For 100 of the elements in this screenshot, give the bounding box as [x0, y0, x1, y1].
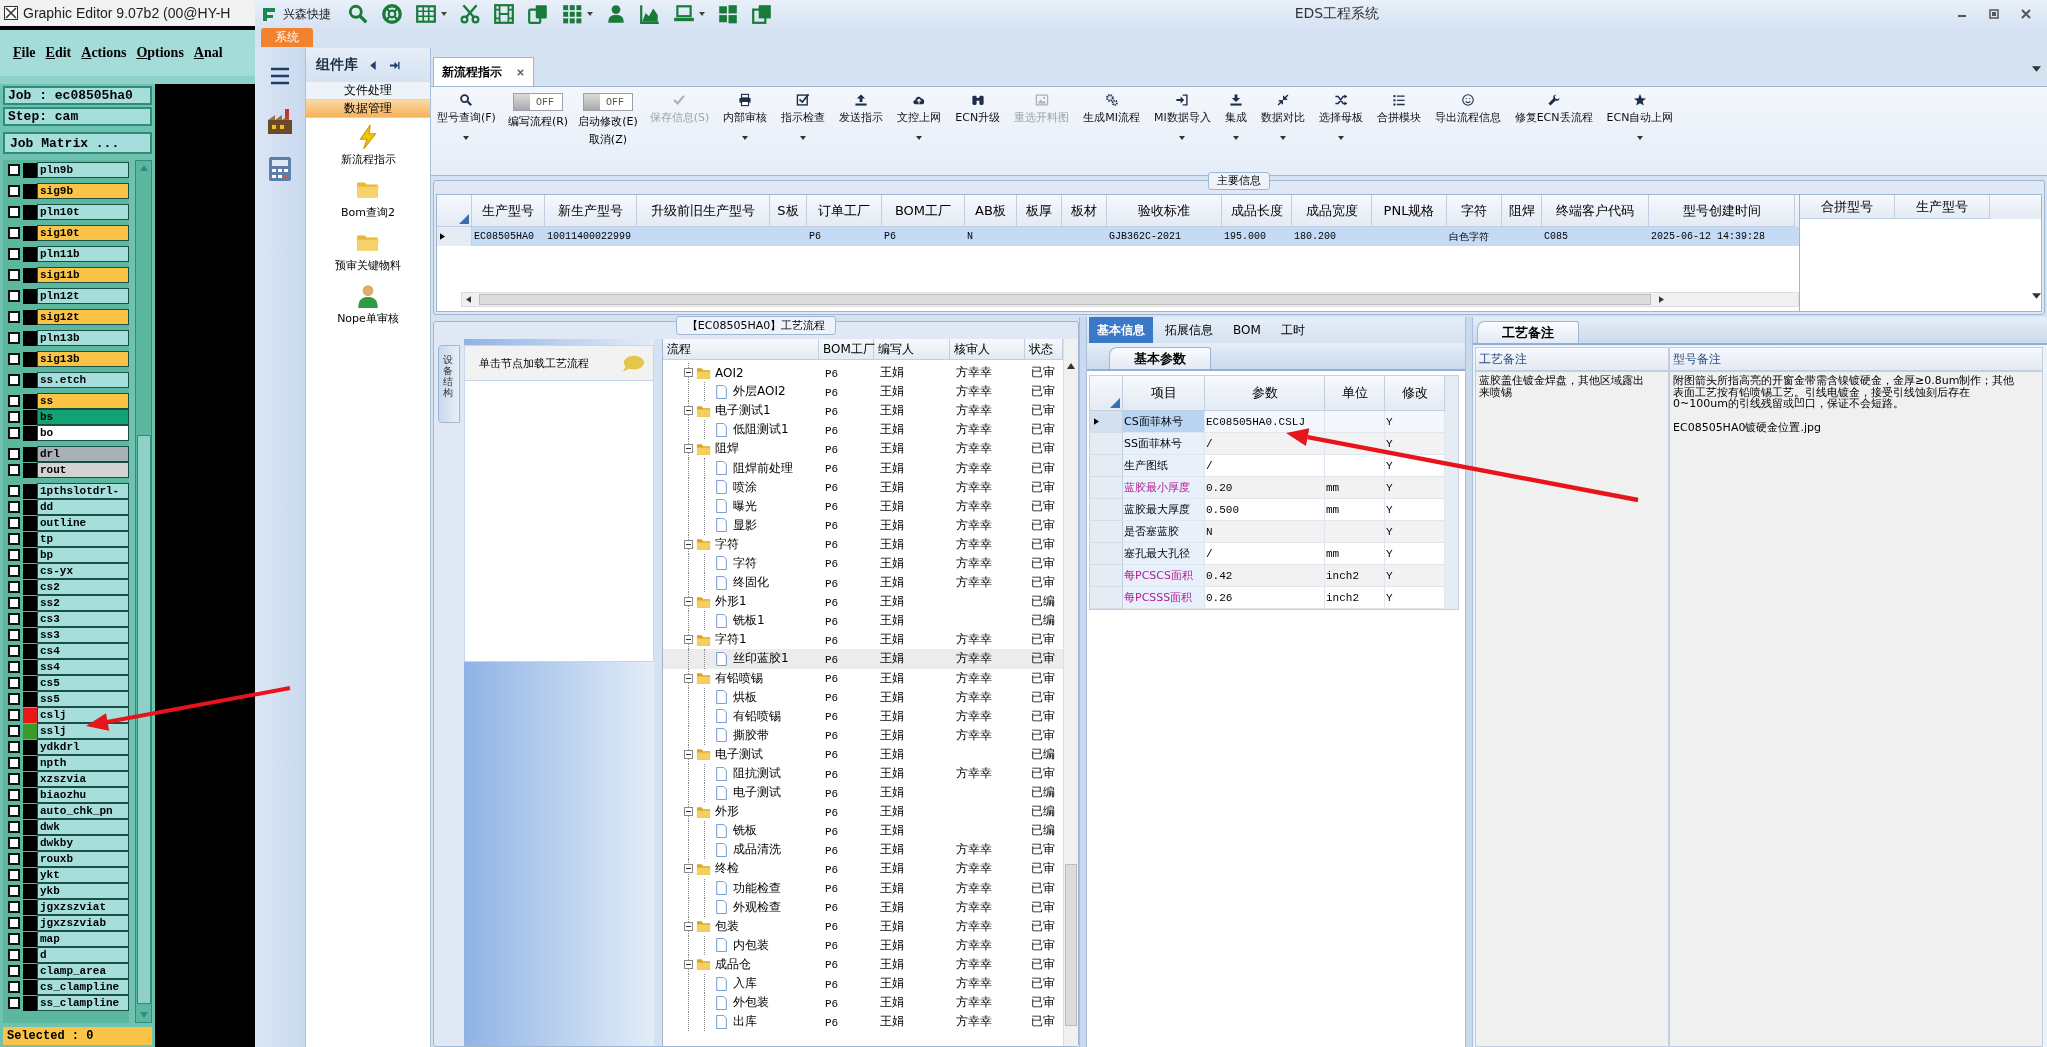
collapse-icon[interactable]: [684, 807, 693, 817]
layer-name[interactable]: clamp_area: [37, 963, 129, 979]
layer-checkbox[interactable]: [8, 581, 20, 593]
layer-name[interactable]: ss2: [37, 595, 129, 611]
layer-checkbox[interactable]: [8, 725, 20, 737]
layer-name[interactable]: cs4: [37, 643, 129, 659]
tab[interactable]: 基本参数: [1109, 347, 1211, 369]
tree-row[interactable]: 喷涂 P6 王娟 方幸幸 已审: [663, 477, 1063, 497]
toggle-switch[interactable]: OFF: [582, 93, 633, 111]
tree-row[interactable]: 有铅喷锡 P6 王娟 方幸幸 已审: [663, 668, 1063, 688]
tree-row[interactable]: 外层AOI2 P6 王娟 方幸幸 已审: [663, 382, 1063, 402]
tree-row[interactable]: 内包装 P6 王娟 方幸幸 已审: [663, 935, 1063, 955]
layer-checkbox[interactable]: [8, 757, 20, 769]
person-icon[interactable]: [605, 3, 627, 25]
layer-checkbox[interactable]: [8, 629, 20, 641]
chart-icon[interactable]: [639, 3, 661, 25]
tree-node-label[interactable]: 显影: [733, 516, 757, 534]
layer-name[interactable]: ykb: [37, 883, 129, 899]
tree-row[interactable]: 阻焊前处理 P6 王娟 方幸幸 已审: [663, 458, 1063, 478]
layer-checkbox[interactable]: [8, 395, 20, 407]
maximize-icon[interactable]: [1987, 7, 2001, 21]
layer-name[interactable]: rout: [37, 462, 129, 478]
toggle-switch[interactable]: OFF: [513, 93, 564, 111]
table-row[interactable]: EC08505HA0 10011400022999 P6 P6 N GJB362C-2021 195.000 180.200 白色字符 C085 2025-06-12 14:39:28: [437, 227, 1799, 246]
layer-name[interactable]: ykt: [37, 867, 129, 883]
column-header[interactable]: 合拼型号: [1800, 195, 1895, 219]
library-item[interactable]: 新流程指示: [336, 122, 400, 169]
table-row[interactable]: 是否塞蓝胶 N Y: [1090, 521, 1458, 543]
layer-checkbox[interactable]: [8, 645, 20, 657]
layer-name[interactable]: auto_chk_pn: [37, 803, 129, 819]
tree-row[interactable]: 阻抗测试 P6 王娟 方幸幸 已审: [663, 763, 1063, 784]
layer-name[interactable]: drl: [37, 446, 129, 462]
tree-node-label[interactable]: 字符1: [715, 631, 747, 649]
layer-name[interactable]: cs5: [37, 675, 129, 691]
tree-row[interactable]: 外形1 P6 王娟 已编: [663, 592, 1063, 612]
layer-checkbox[interactable]: [8, 269, 20, 281]
tree-row[interactable]: 字符 P6 王娟 方幸幸 已审: [663, 553, 1063, 574]
library-group[interactable]: 文件处理: [306, 82, 430, 100]
toolbar-button[interactable]: 内部审核: [721, 93, 770, 140]
toolbar-button[interactable]: 生成MI流程: [1081, 93, 1142, 125]
toolbar-button[interactable]: 指示检查: [779, 93, 828, 140]
layer-name[interactable]: ss: [37, 393, 129, 409]
tree-node-label[interactable]: 出库: [733, 1013, 757, 1031]
tab[interactable]: 基本信息: [1089, 317, 1153, 343]
layer-name[interactable]: cs_clampline: [37, 979, 129, 995]
layer-name[interactable]: bo: [37, 425, 129, 441]
collapse-icon[interactable]: [684, 597, 693, 607]
layer-checkbox[interactable]: [8, 290, 20, 302]
layer-name[interactable]: 1pthslotdrl-: [37, 483, 129, 499]
layer-checkbox[interactable]: [8, 709, 20, 721]
tree-row[interactable]: 电子测试 P6 王娟 已编: [663, 783, 1063, 803]
toolbar-button[interactable]: MI数据导入: [1151, 93, 1213, 140]
library-item[interactable]: Bom查询2: [337, 175, 399, 222]
tree-row[interactable]: 外观检查 P6 王娟 方幸幸 已审: [663, 897, 1063, 917]
tree-node-label[interactable]: 撕胶带: [733, 726, 769, 744]
toolbar-button[interactable]: 数据对比: [1258, 93, 1307, 140]
layer-name[interactable]: map: [37, 931, 129, 947]
cancel-button[interactable]: 取消(Z): [588, 132, 627, 147]
layer-name[interactable]: sig13b: [37, 351, 129, 367]
layer-name[interactable]: pln13b: [37, 330, 129, 346]
tree-node-label[interactable]: 外包装: [733, 994, 769, 1012]
tree-node-label[interactable]: 字符: [733, 555, 757, 572]
tree-node-label[interactable]: 电子测试: [733, 784, 781, 802]
windows-icon[interactable]: [717, 3, 739, 25]
tree-node-label[interactable]: 外观检查: [733, 898, 781, 916]
tree-row[interactable]: AOI2 P6 王娟 方幸幸 已审: [663, 363, 1063, 383]
scrollbar-thumb[interactable]: [136, 435, 151, 1004]
collapse-icon[interactable]: [684, 673, 693, 683]
tree-node-label[interactable]: 成品清洗: [733, 841, 781, 859]
tree-node-label[interactable]: 阻焊前处理: [733, 459, 793, 477]
layer-name[interactable]: ss.etch: [37, 372, 129, 388]
toolbar-button[interactable]: 修复ECN丢流程: [1512, 93, 1595, 125]
collapse-icon[interactable]: [684, 959, 693, 969]
job-matrix-button[interactable]: Job Matrix ...: [3, 132, 152, 154]
tree-row[interactable]: 包装 P6 王娟 方幸幸 已审: [663, 916, 1063, 936]
search-icon[interactable]: [347, 3, 369, 25]
layer-checkbox[interactable]: [8, 227, 20, 239]
layer-checkbox[interactable]: [8, 565, 20, 577]
layer-checkbox[interactable]: [8, 353, 20, 365]
layer-checkbox[interactable]: [8, 185, 20, 197]
tree-row[interactable]: 外形 P6 王娟 已编: [663, 802, 1063, 822]
collapse-left-icon[interactable]: [368, 59, 379, 71]
note-field[interactable]: 附图箭头所指高亮的开窗金带需含镍镀硬金，金厚≥0.8um制作；其他表面工艺按有铅喷锡工艺。引线电镀金，接受引线蚀刻后存在0~100um的引线残留或凹口，保证不会短路。 EC08505HA0镀硬金位置.jpg: [1669, 371, 2043, 1047]
tree-row[interactable]: 功能检查 P6 王娟 方幸幸 已审: [663, 878, 1063, 898]
vertical-tab[interactable]: 设备结构: [438, 345, 460, 423]
layer-name[interactable]: pln11b: [37, 246, 129, 262]
caret-icon[interactable]: [587, 12, 593, 16]
menu-item[interactable]: Actions: [76, 45, 132, 61]
table-icon[interactable]: [415, 3, 437, 25]
tree-node-label[interactable]: 烘板: [733, 688, 757, 706]
layer-checkbox[interactable]: [8, 917, 20, 929]
layer-name[interactable]: dd: [37, 499, 129, 515]
layer-checkbox[interactable]: [8, 311, 20, 323]
scrollbar-thumb[interactable]: [479, 294, 1651, 305]
close-icon[interactable]: [516, 67, 525, 77]
tree-row[interactable]: 烘板 P6 王娟 方幸幸 已审: [663, 687, 1063, 707]
layer-checkbox[interactable]: [8, 997, 20, 1009]
toolbar-button[interactable]: ECN自动上网: [1604, 93, 1676, 140]
layer-name[interactable]: sig10t: [37, 225, 129, 241]
tree-node-label[interactable]: 铣板: [733, 822, 757, 840]
